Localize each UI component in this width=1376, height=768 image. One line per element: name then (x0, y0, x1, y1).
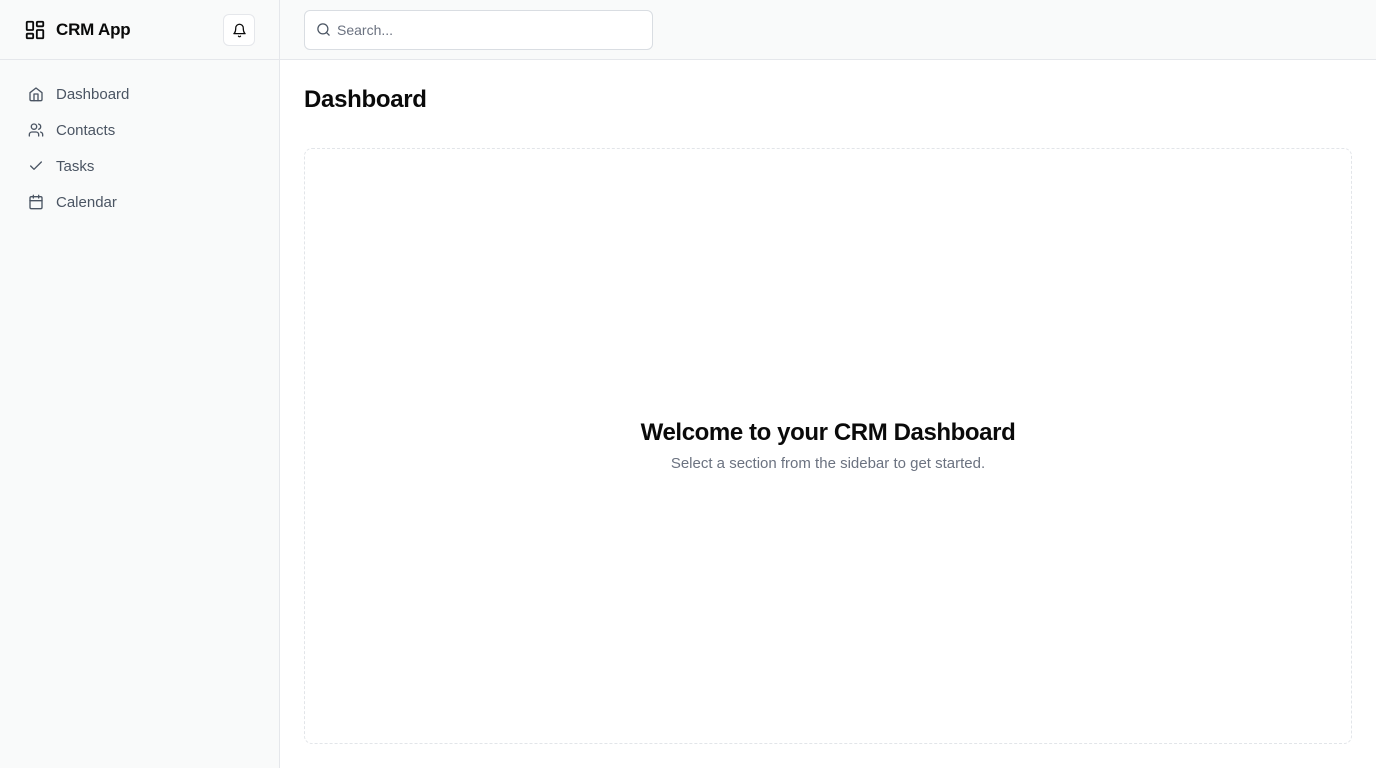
sidebar-item-dashboard[interactable]: Dashboard (16, 76, 264, 112)
sidebar-item-label: Contacts (56, 121, 116, 139)
notifications-button[interactable] (223, 14, 255, 46)
welcome-message: Welcome to your CRM Dashboard Select a s… (305, 419, 1351, 472)
sidebar-header: CRM App (0, 0, 279, 60)
sidebar: CRM App Dashboard Contacts Tasks Calenda… (0, 0, 280, 768)
sidebar-item-contacts[interactable]: Contacts (16, 112, 264, 148)
sidebar-item-label: Tasks (56, 157, 95, 175)
search-input[interactable] (305, 11, 652, 49)
home-icon (29, 87, 43, 102)
check-icon (30, 161, 42, 170)
sidebar-nav: Dashboard Contacts Tasks Calendar (16, 76, 264, 220)
sidebar-item-label: Calendar (56, 193, 117, 211)
calendar-icon (29, 194, 43, 210)
sidebar-item-calendar[interactable]: Calendar (16, 184, 264, 220)
sidebar-item-tasks[interactable]: Tasks (16, 148, 264, 184)
top-bar (280, 0, 1376, 60)
app-name: CRM App (56, 20, 131, 39)
page-title: Dashboard (304, 86, 427, 113)
search-box[interactable] (304, 10, 653, 50)
users-icon (28, 123, 44, 137)
welcome-subtitle: Select a section from the sidebar to get… (670, 455, 986, 472)
content-panel: Welcome to your CRM Dashboard Select a s… (304, 148, 1352, 744)
bell-icon (232, 23, 246, 37)
sidebar-item-label: Dashboard (56, 85, 130, 103)
layout-grid-icon (25, 20, 45, 40)
search-icon (317, 23, 330, 36)
brand[interactable]: CRM App (24, 19, 131, 41)
welcome-title: Welcome to your CRM Dashboard (640, 419, 1016, 446)
